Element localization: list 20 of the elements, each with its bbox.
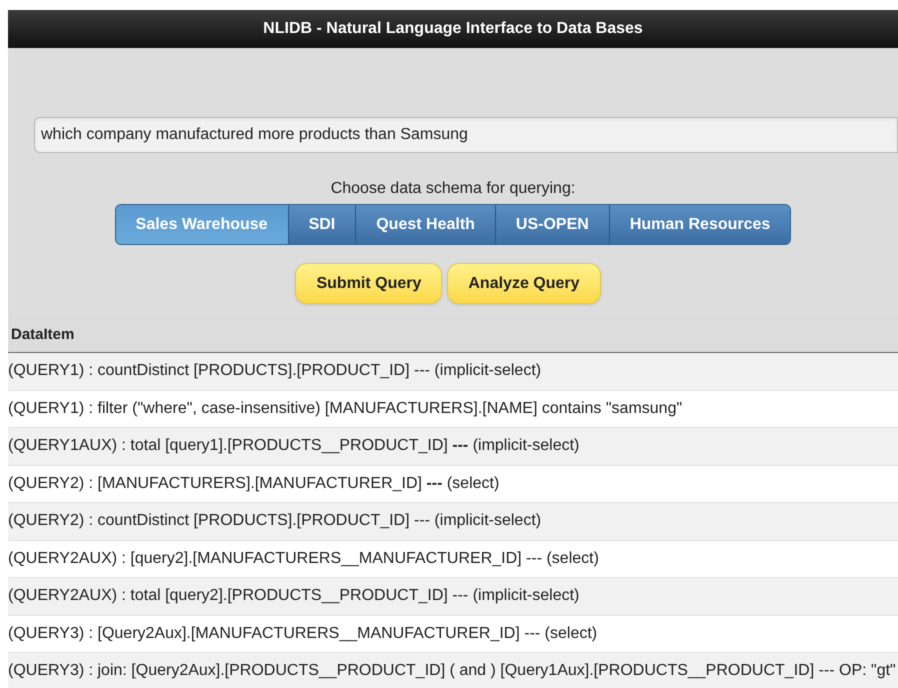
window-title: NLIDB - Natural Language Interface to Data Bases: [263, 19, 643, 39]
table-cell-text: (QUERY2) : [MANUFACTURERS].[MANUFACTURER_ID] --- (select): [8, 474, 500, 494]
table-cell-text: (QUERY3) : join: [Query2Aux].[PRODUCTS__PRODUCT_ID] ( and ) [Query1Aux].[PRODUCTS__PRODUCT_ID] --- OP: "gt": [8, 661, 896, 682]
schema-label: Choose data schema for querying:: [330, 179, 576, 199]
schema-tab[interactable]: Human Resources: [608, 205, 790, 244]
table-cell-text: (QUERY1) : filter ("where", case-insensitive) [MANUFACTURERS].[NAME] contains "samsung": [8, 398, 682, 419]
schema-tab[interactable]: SDI: [288, 205, 356, 244]
table-cell-text: (QUERY1AUX) : total [query1].[PRODUCTS__PRODUCT_ID] --- (implicit-select): [8, 436, 580, 456]
action-button[interactable]: Analyze Query: [447, 263, 601, 304]
schema-tab[interactable]: Sales Warehouse: [116, 205, 288, 244]
query-field[interactable]: which company manufactured more products than Samsung: [34, 117, 898, 153]
table-cell-text: (QUERY2AUX) : total [query2].[PRODUCTS__PRODUCT_ID] --- (implicit-select): [8, 586, 580, 606]
column-header: DataItem: [10, 324, 76, 345]
schema-tab[interactable]: US-OPEN: [494, 205, 609, 244]
table-cell-text: (QUERY2AUX) : [query2].[MANUFACTURERS__MANUFACTURER_ID] --- (select): [8, 548, 599, 569]
table-cell-text: (QUERY3) : [Query2Aux].[MANUFACTURERS__MANUFACTURER_ID] --- (select): [8, 624, 598, 644]
table-cell-text: (QUERY1) : countDistinct [PRODUCTS].[PRODUCT_ID] --- (implicit-select): [8, 361, 542, 382]
table-cell-text: (QUERY2) : countDistinct [PRODUCTS].[PRODUCT_ID] --- (implicit-select): [8, 511, 542, 532]
schema-tab[interactable]: Quest Health: [355, 205, 495, 244]
action-button[interactable]: Submit Query: [295, 263, 442, 304]
